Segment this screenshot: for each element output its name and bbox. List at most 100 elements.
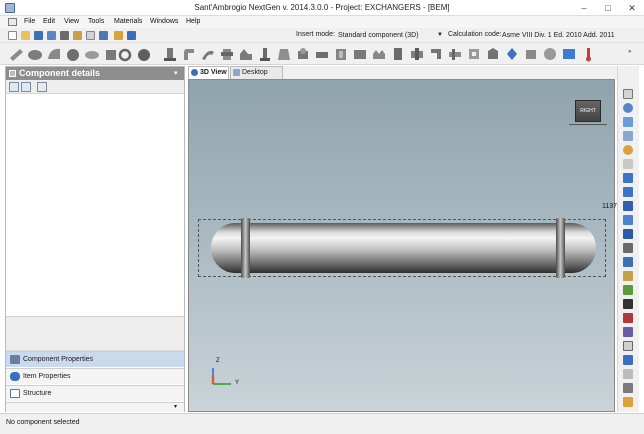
menu-file[interactable]: File [24, 17, 35, 27]
calculation-code-select[interactable]: Asme VIII Div. 1 Ed. 2010 Add. 2011 [502, 30, 642, 41]
thermometer-icon[interactable] [580, 46, 596, 62]
grid-icon[interactable] [623, 341, 633, 351]
tab-3d-view[interactable]: 3D View [188, 66, 229, 79]
view-right-icon[interactable] [623, 243, 633, 253]
print-view-icon[interactable] [623, 397, 633, 407]
tab-desktop-view[interactable]: Desktop View [230, 66, 283, 87]
toolbar-overflow-icon[interactable]: » [628, 49, 631, 55]
clamp-icon[interactable] [428, 46, 444, 62]
tubesheet-icon[interactable] [333, 46, 349, 62]
zoom-window-icon[interactable] [623, 131, 633, 141]
bend-icon[interactable] [200, 46, 216, 62]
pipe-elbow-icon[interactable] [181, 46, 197, 62]
render-hidden-icon[interactable] [623, 299, 633, 309]
status-bar: No component selected [0, 413, 644, 434]
properties-icon[interactable] [73, 31, 82, 40]
skirt-icon[interactable] [276, 46, 292, 62]
body-flange-icon[interactable] [409, 46, 425, 62]
nav-structure[interactable]: Structure [6, 385, 184, 401]
nav-component-properties[interactable]: Component Properties [6, 351, 184, 367]
nav-item-properties[interactable]: Item Properties [6, 368, 184, 384]
transparency-icon[interactable] [623, 369, 633, 379]
property-grid[interactable] [6, 94, 184, 316]
saddle-icon[interactable] [238, 46, 254, 62]
view-front-icon[interactable] [623, 173, 633, 183]
select-icon[interactable] [623, 89, 633, 99]
render-shaded-icon[interactable] [623, 271, 633, 281]
reinforcing-pad-icon[interactable] [314, 46, 330, 62]
menu-view[interactable]: View [64, 17, 79, 27]
bolting-icon[interactable] [485, 46, 501, 62]
flange-icon[interactable] [219, 46, 235, 62]
nozzle-icon[interactable] [162, 46, 178, 62]
ring-icon[interactable] [117, 46, 133, 62]
hydraulic-test-icon[interactable] [504, 46, 520, 62]
maximize-button[interactable]: □ [596, 0, 620, 16]
panel-menu-icon[interactable]: ▾ [174, 68, 178, 79]
view-back-icon[interactable] [623, 187, 633, 197]
categorized-icon[interactable] [9, 82, 19, 92]
status-text: No component selected [6, 419, 80, 426]
new-file-icon[interactable] [8, 31, 17, 40]
torispherical-head-icon[interactable] [65, 46, 81, 62]
pan-icon[interactable] [623, 145, 633, 155]
wind-load-icon[interactable] [542, 46, 558, 62]
desktop-icon [233, 69, 240, 76]
3d-viewport[interactable]: RIGHT 1137 Z Y [188, 79, 617, 412]
render-wire-icon[interactable] [623, 285, 633, 295]
saddle-left[interactable] [241, 218, 250, 278]
dimensions-icon[interactable] [623, 355, 633, 365]
report-icon[interactable] [114, 31, 123, 40]
view-bottom-icon[interactable] [623, 215, 633, 225]
section-icon[interactable] [623, 313, 633, 323]
minimize-button[interactable]: – [572, 0, 596, 16]
baffle-icon[interactable] [390, 46, 406, 62]
vessel-model[interactable] [211, 223, 596, 273]
save-all-icon[interactable] [47, 31, 56, 40]
view-cube-compass[interactable] [569, 124, 607, 127]
panel-icon [9, 70, 16, 77]
print-icon[interactable] [60, 31, 69, 40]
help-icon[interactable] [127, 31, 136, 40]
zoom-extents-icon[interactable] [623, 117, 633, 127]
system-menu-icon[interactable] [8, 18, 17, 26]
tube-bundle-icon[interactable] [447, 46, 463, 62]
open-folder-icon[interactable] [21, 31, 30, 40]
view-iso-icon[interactable] [623, 257, 633, 267]
chevron-down-icon[interactable]: ▼ [437, 30, 443, 41]
hemispherical-head-icon[interactable] [84, 46, 100, 62]
weight-icon[interactable] [523, 46, 539, 62]
expansion-joint-icon[interactable] [371, 46, 387, 62]
save-icon[interactable] [34, 31, 43, 40]
export-icon[interactable] [99, 31, 108, 40]
ellipsoidal-head-icon[interactable] [46, 46, 62, 62]
insert-mode-select[interactable]: Standard component (3D) [337, 30, 445, 41]
view-top-icon[interactable] [623, 201, 633, 211]
view-left-icon[interactable] [623, 229, 633, 239]
saddle-right[interactable] [556, 218, 565, 278]
copy-image-icon[interactable] [623, 383, 633, 393]
measure-icon[interactable] [623, 327, 633, 337]
chevron-down-icon[interactable]: ▾ [174, 403, 177, 410]
close-button[interactable]: ✕ [620, 0, 644, 16]
menu-edit[interactable]: Edit [43, 17, 55, 27]
support-leg-icon[interactable] [257, 46, 273, 62]
menu-materials[interactable]: Materials [114, 17, 142, 27]
property-pages-icon[interactable] [37, 82, 47, 92]
cone-shell-icon[interactable] [8, 46, 24, 62]
menu-tools[interactable]: Tools [88, 17, 104, 27]
channel-icon[interactable] [352, 46, 368, 62]
rotate-icon[interactable] [623, 159, 633, 169]
nav-overflow[interactable]: ▾ [6, 402, 184, 412]
preview-icon[interactable] [86, 31, 95, 40]
view-cube[interactable]: RIGHT [575, 100, 601, 122]
sphere-icon[interactable] [136, 46, 152, 62]
menu-help[interactable]: Help [186, 17, 200, 27]
sort-alphabetical-icon[interactable] [21, 82, 31, 92]
zoom-icon[interactable] [623, 103, 633, 113]
gasket-icon[interactable] [466, 46, 482, 62]
menu-windows[interactable]: Windows [150, 17, 178, 27]
cylindrical-shell-icon[interactable] [27, 46, 43, 62]
seismic-load-icon[interactable] [561, 46, 577, 62]
lug-icon[interactable] [295, 46, 311, 62]
